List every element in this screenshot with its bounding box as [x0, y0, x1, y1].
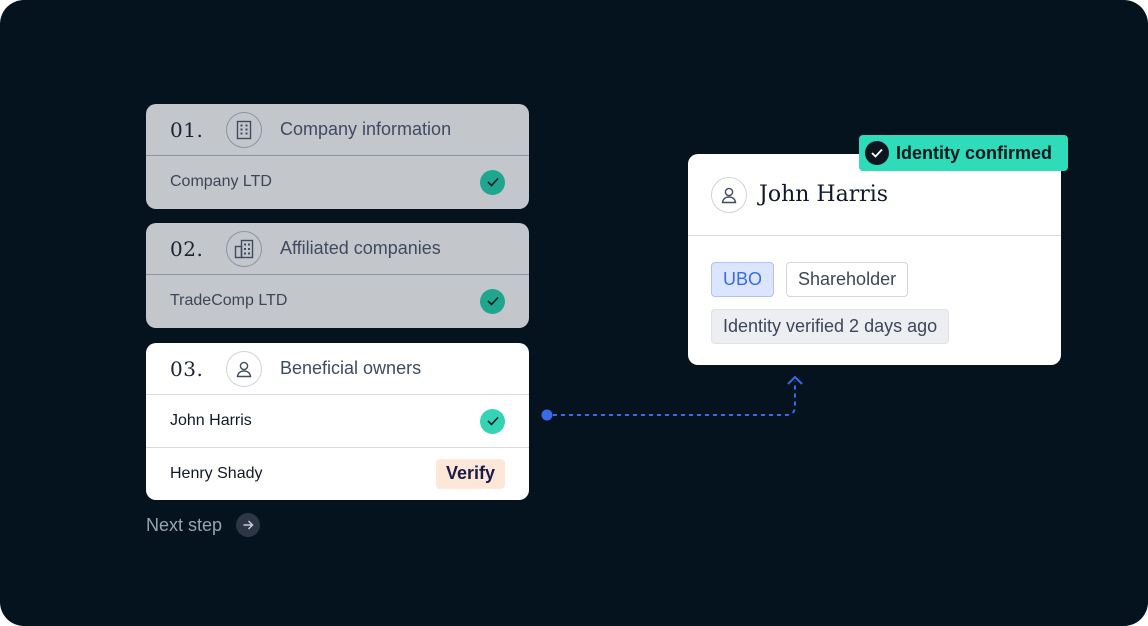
identity-confirmed-badge: Identity confirmed [859, 135, 1068, 171]
identity-profile-card[interactable]: John Harris UBO Shareholder Identity ver… [688, 154, 1061, 365]
app-canvas: 01. Company information Company LTD 02. … [0, 0, 1148, 626]
user-icon [711, 176, 747, 213]
check-circle-icon [865, 141, 889, 165]
tag-list: UBO Shareholder Identity verified 2 days… [711, 262, 1051, 356]
verification-status: Identity verified 2 days ago [711, 309, 950, 344]
tag-ubo: UBO [711, 262, 775, 297]
tag-shareholder: Shareholder [786, 262, 909, 297]
profile-name: John Harris [759, 182, 889, 207]
badge-label: Identity confirmed [896, 142, 1053, 163]
